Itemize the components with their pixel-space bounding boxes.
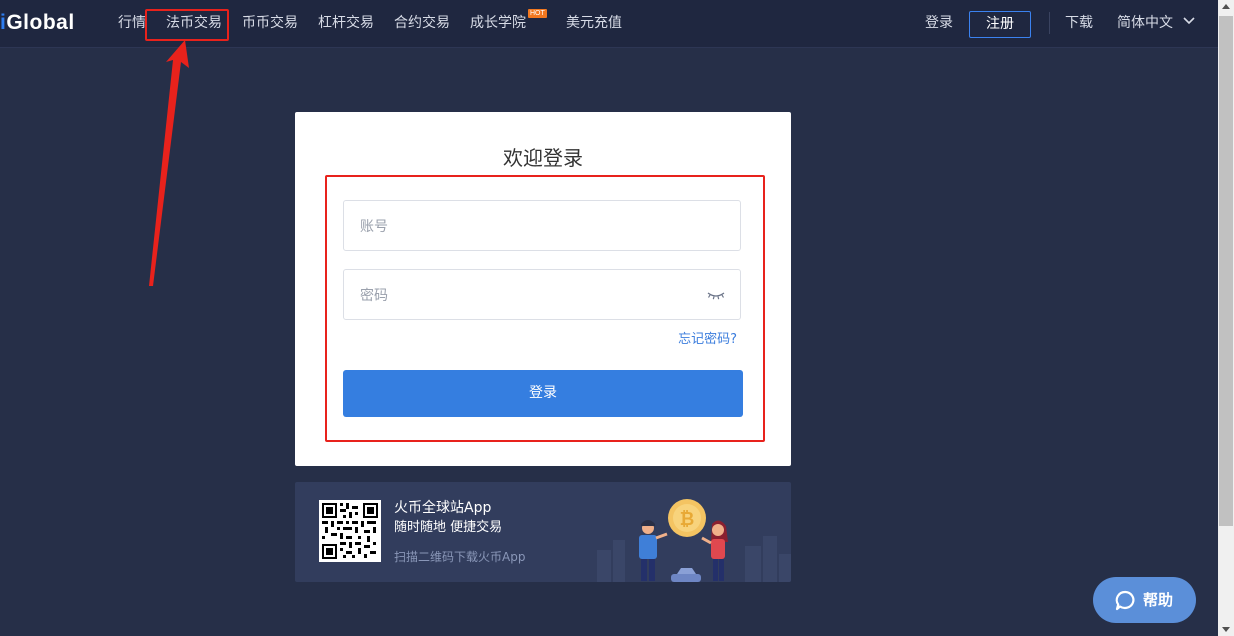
scroll-down-arrow[interactable] [1222, 627, 1230, 632]
nav-contract-trading[interactable]: 合约交易 [394, 13, 450, 33]
register-button[interactable]: 注册 [969, 11, 1031, 38]
scroll-up-arrow[interactable] [1222, 4, 1230, 9]
app-scan-text: 扫描二维码下载火币App [394, 550, 526, 564]
help-button[interactable]: 帮助 [1093, 577, 1196, 623]
download-link[interactable]: 下载 [1065, 13, 1093, 33]
chevron-down-icon[interactable] [1182, 16, 1196, 26]
scrollbar-thumb[interactable] [1219, 16, 1233, 526]
language-selector[interactable]: 简体中文 [1117, 13, 1173, 33]
qr-code [319, 500, 381, 562]
nav-academy[interactable]: 成长学院 [470, 13, 526, 33]
app-title: 火币全球站App [394, 500, 492, 516]
nav-usd-deposit[interactable]: 美元充值 [566, 13, 622, 33]
highlight-box-nav [145, 9, 229, 41]
logo-text: Global [6, 11, 75, 34]
nav-market[interactable]: 行情 [118, 13, 146, 33]
login-title: 欢迎登录 [503, 146, 583, 170]
highlight-box-form [325, 175, 765, 442]
svg-text:₿: ₿ [680, 509, 695, 530]
bitcoin-coin: ₿ [668, 499, 706, 537]
chat-bubble-icon [1115, 590, 1135, 611]
header-divider [1049, 12, 1050, 34]
logo[interactable]: iGlobal [0, 8, 75, 38]
header-login-link[interactable]: 登录 [925, 13, 953, 33]
hot-badge: HOT [528, 9, 547, 18]
help-label: 帮助 [1143, 591, 1174, 609]
nav-margin-trading[interactable]: 杠杆交易 [318, 13, 374, 33]
app-subtitle: 随时随地 便捷交易 [394, 520, 503, 535]
app-download-banner: 火币全球站App 随时随地 便捷交易 扫描二维码下载火币App ₿ [295, 482, 791, 582]
nav-spot-trading[interactable]: 币币交易 [242, 13, 298, 33]
trading-illustration: ₿ [597, 499, 791, 582]
